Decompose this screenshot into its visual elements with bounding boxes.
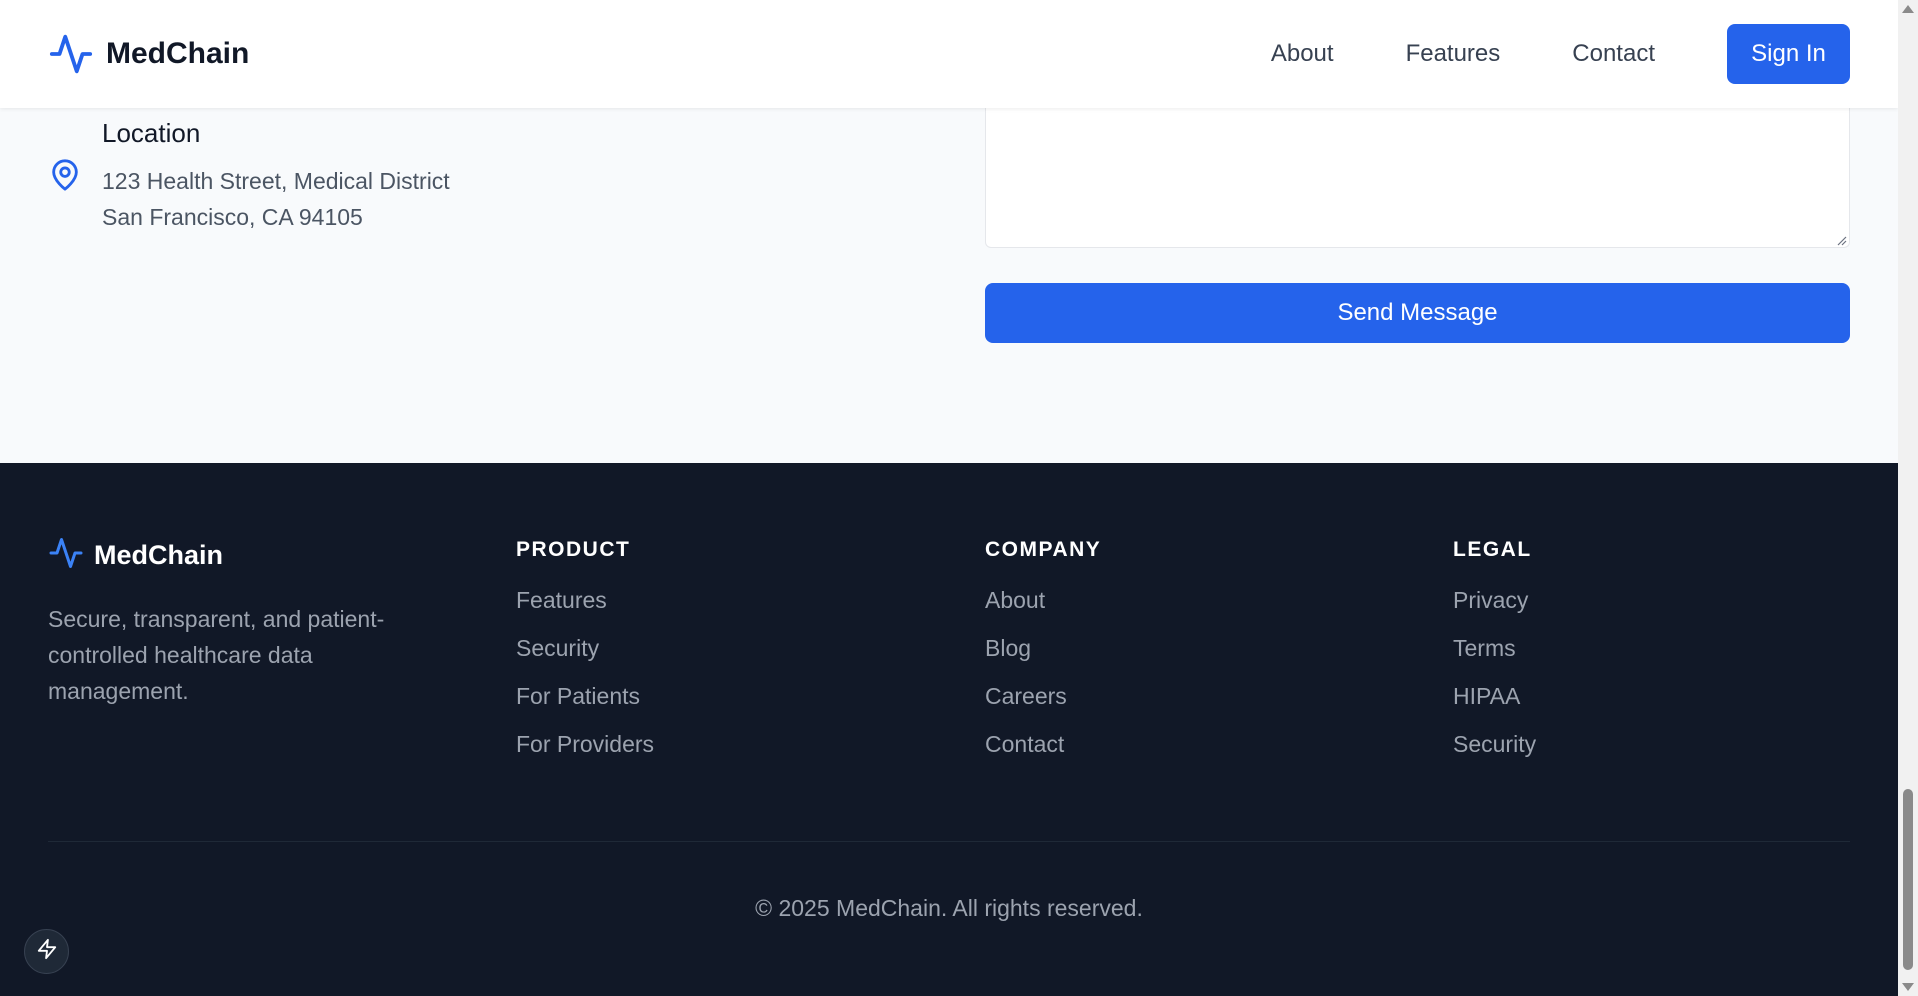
footer-tagline: Secure, transparent, and patient-control… bbox=[48, 606, 385, 704]
footer-brand-name: MedChain bbox=[94, 540, 224, 570]
footer-link-terms[interactable]: Terms bbox=[1453, 634, 1536, 662]
floating-action-button[interactable] bbox=[24, 929, 69, 974]
footer-link-contact[interactable]: Contact bbox=[985, 730, 1101, 758]
footer-column-company: COMPANY About Blog Careers Contact bbox=[985, 538, 1101, 778]
resize-handle-icon[interactable] bbox=[1835, 233, 1847, 246]
map-pin-icon bbox=[48, 118, 82, 235]
scrollbar-thumb[interactable] bbox=[1903, 789, 1913, 970]
footer-link-hipaa[interactable]: HIPAA bbox=[1453, 682, 1536, 710]
nav-link-features[interactable]: Features bbox=[1406, 40, 1501, 68]
sign-in-button[interactable]: Sign In bbox=[1727, 24, 1850, 84]
address-line-1: 123 Health Street, Medical District bbox=[102, 168, 450, 194]
footer-column-title: LEGAL bbox=[1453, 538, 1532, 561]
footer-column-legal: LEGAL Privacy Terms HIPAA Security bbox=[1453, 538, 1536, 778]
footer-brand[interactable]: MedChain bbox=[48, 535, 223, 576]
activity-pulse-icon bbox=[48, 31, 94, 77]
footer-link-for-patients[interactable]: For Patients bbox=[516, 682, 654, 710]
copyright-text: © 2025 MedChain. All rights reserved. bbox=[755, 895, 1143, 921]
activity-pulse-icon bbox=[48, 535, 84, 576]
footer-link-security[interactable]: Security bbox=[516, 634, 654, 662]
address-line-2: San Francisco, CA 94105 bbox=[102, 204, 363, 230]
footer-link-privacy[interactable]: Privacy bbox=[1453, 586, 1536, 614]
footer-link-for-providers[interactable]: For Providers bbox=[516, 730, 654, 758]
footer-column-title: PRODUCT bbox=[516, 538, 631, 561]
footer-link-blog[interactable]: Blog bbox=[985, 634, 1101, 662]
brand-logo[interactable]: MedChain bbox=[48, 30, 249, 78]
footer-column-product: PRODUCT Features Security For Patients F… bbox=[516, 538, 654, 778]
footer-link-about[interactable]: About bbox=[985, 586, 1101, 614]
scroll-down-arrow-icon[interactable] bbox=[1902, 983, 1914, 991]
footer-divider bbox=[48, 841, 1850, 842]
message-textarea[interactable] bbox=[985, 100, 1850, 248]
footer-link-security[interactable]: Security bbox=[1453, 730, 1536, 758]
footer-link-features[interactable]: Features bbox=[516, 586, 654, 614]
footer-link-careers[interactable]: Careers bbox=[985, 682, 1101, 710]
top-navbar: MedChain About Features Contact Sign In bbox=[0, 0, 1898, 108]
location-block: Location 123 Health Street, Medical Dist… bbox=[48, 118, 450, 235]
vertical-scrollbar[interactable] bbox=[1898, 0, 1918, 996]
brand-name: MedChain bbox=[106, 37, 250, 70]
nav-link-contact[interactable]: Contact bbox=[1572, 40, 1655, 68]
bolt-icon bbox=[36, 938, 58, 965]
footer-column-title: COMPANY bbox=[985, 538, 1102, 561]
nav-links: About Features Contact Sign In bbox=[1271, 24, 1850, 84]
location-title: Location bbox=[102, 118, 201, 148]
nav-link-about[interactable]: About bbox=[1271, 40, 1334, 68]
page: MedChain About Features Contact Sign In … bbox=[0, 0, 1898, 996]
footer: MedChain Secure, transparent, and patien… bbox=[0, 463, 1898, 996]
scroll-up-arrow-icon[interactable] bbox=[1902, 5, 1914, 13]
send-message-button[interactable]: Send Message bbox=[985, 283, 1850, 343]
